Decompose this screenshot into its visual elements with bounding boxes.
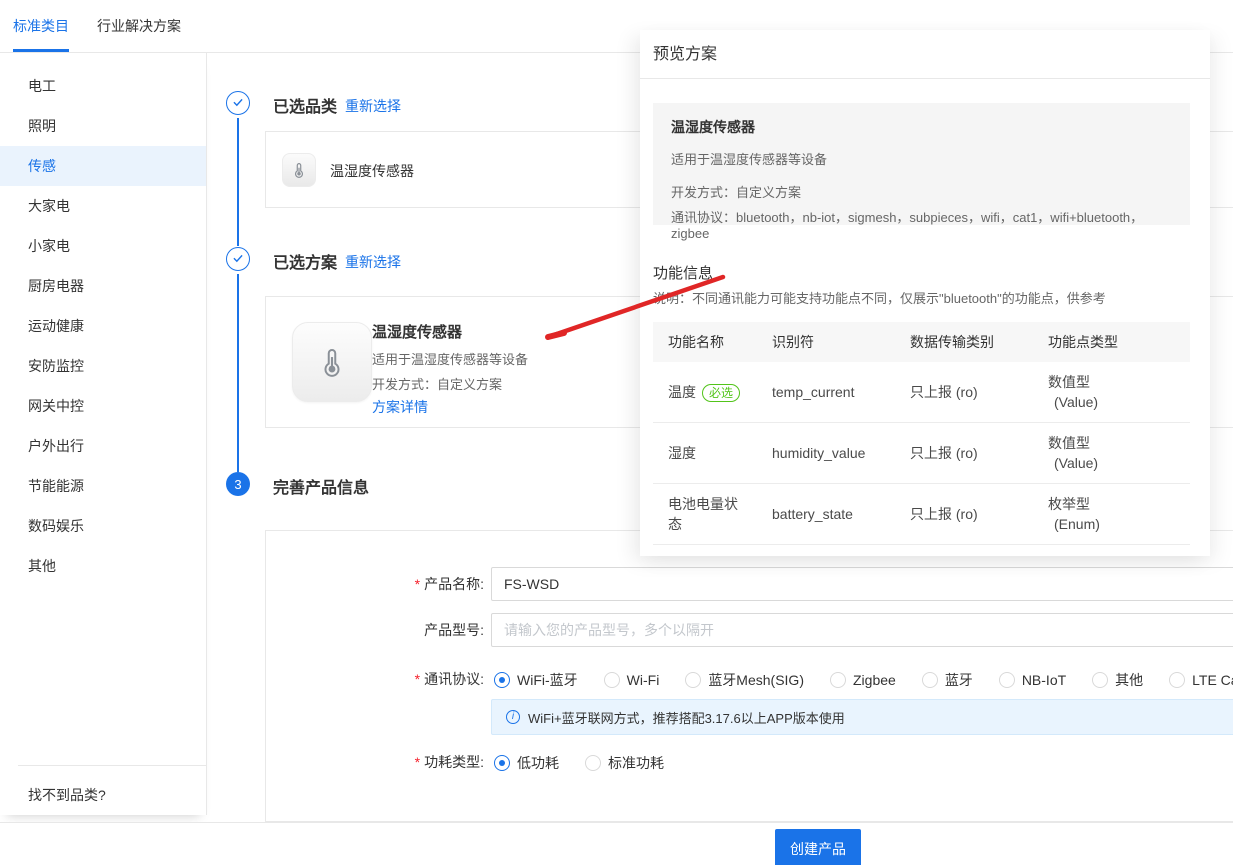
sidebar-item-other[interactable]: 其他 xyxy=(0,546,206,586)
step1-reselect-link[interactable]: 重新选择 xyxy=(345,96,401,116)
radio-dot xyxy=(604,672,620,688)
tab-industry-solution[interactable]: 行业解决方案 xyxy=(97,0,181,52)
solution-desc: 适用于温湿度传感器等设备 xyxy=(372,349,528,368)
preview-summary-box: 温湿度传感器 适用于温湿度传感器等设备 开发方式：自定义方案 通讯协议：blue… xyxy=(653,103,1190,225)
col-transfer-type: 数据传输类别 xyxy=(910,332,1048,352)
function-table-header: 功能名称 识别符 数据传输类别 功能点类型 xyxy=(653,322,1190,362)
step1-done-circle xyxy=(226,91,250,115)
product-name-input[interactable] xyxy=(491,567,1233,601)
radio-nbiot[interactable]: NB-IoT xyxy=(999,672,1066,688)
table-row: 温度必选 temp_current 只上报 (ro) 数值型(Value) xyxy=(653,362,1190,423)
power-type-radio-group: 低功耗 标准功耗 xyxy=(494,753,664,773)
protocol-tip-text: WiFi+蓝牙联网方式，推荐搭配3.17.6以上APP版本使用 xyxy=(528,708,845,727)
thermometer-icon xyxy=(282,153,316,187)
preview-divider xyxy=(640,78,1210,79)
sidebar-item-small-appliance[interactable]: 小家电 xyxy=(0,226,206,266)
col-identifier: 识别符 xyxy=(772,332,910,352)
radio-dot xyxy=(585,755,601,771)
info-icon: i xyxy=(506,710,520,724)
sidebar-item-outdoor[interactable]: 户外出行 xyxy=(0,426,206,466)
radio-dot xyxy=(685,672,701,688)
table-row: 电池电量状态 battery_state 只上报 (ro) 枚举型(Enum) xyxy=(653,484,1190,545)
radio-standard-power[interactable]: 标准功耗 xyxy=(585,753,664,773)
radio-wifi-ble[interactable]: WiFi-蓝牙 xyxy=(494,670,578,690)
step3-number: 3 xyxy=(234,477,241,492)
preview-solution-name: 温湿度传感器 xyxy=(671,117,1172,137)
solution-detail-link[interactable]: 方案详情 xyxy=(372,397,428,417)
cant-find-category-link[interactable]: 找不到品类? xyxy=(28,775,106,815)
col-function-name: 功能名称 xyxy=(668,332,772,352)
product-model-input[interactable] xyxy=(491,613,1233,647)
product-name-label: *产品名称: xyxy=(271,567,484,601)
thermometer-icon xyxy=(292,322,372,402)
step-connector xyxy=(237,274,239,472)
solution-dev-mode: 开发方式：自定义方案 xyxy=(372,374,502,393)
sidebar-item-sport-health[interactable]: 运动健康 xyxy=(0,306,206,346)
function-info-note: 说明：不同通讯能力可能支持功能点不同，仅展示"bluetooth"的功能点，供参… xyxy=(653,288,1106,307)
sidebar-item-gateway[interactable]: 网关中控 xyxy=(0,386,206,426)
sidebar-item-security[interactable]: 安防监控 xyxy=(0,346,206,386)
required-mark: * xyxy=(415,754,420,770)
radio-ble-mesh-sig[interactable]: 蓝牙Mesh(SIG) xyxy=(685,670,804,690)
preview-title: 预览方案 xyxy=(653,40,717,64)
sidebar-item-kitchen[interactable]: 厨房电器 xyxy=(0,266,206,306)
protocol-label: *通讯协议: xyxy=(271,662,484,696)
radio-dot xyxy=(1092,672,1108,688)
radio-dot xyxy=(1169,672,1185,688)
radio-dot xyxy=(999,672,1015,688)
step3-circle: 3 xyxy=(226,472,250,496)
tab-standard-category[interactable]: 标准类目 xyxy=(13,0,69,52)
radio-other[interactable]: 其他 xyxy=(1092,670,1143,690)
function-table: 功能名称 识别符 数据传输类别 功能点类型 温度必选 temp_current … xyxy=(653,322,1190,545)
required-mark: * xyxy=(415,671,420,687)
step3-title: 完善产品信息 xyxy=(273,474,369,498)
solution-name: 温湿度传感器 xyxy=(372,321,462,342)
radio-wifi[interactable]: Wi-Fi xyxy=(604,672,660,688)
radio-dot xyxy=(494,672,510,688)
product-model-label: 产品型号: xyxy=(271,613,484,647)
power-type-label: *功耗类型: xyxy=(271,745,484,779)
solution-preview-panel: 预览方案 温湿度传感器 适用于温湿度传感器等设备 开发方式：自定义方案 通讯协议… xyxy=(640,30,1210,556)
radio-dot xyxy=(830,672,846,688)
radio-low-power[interactable]: 低功耗 xyxy=(494,753,559,773)
radio-ble[interactable]: 蓝牙 xyxy=(922,670,973,690)
sidebar-item-lighting[interactable]: 照明 xyxy=(0,106,206,146)
sidebar-item-sensor[interactable]: 传感 xyxy=(0,146,206,186)
radio-lte-cat1[interactable]: LTE Cat.1 xyxy=(1169,672,1233,688)
sidebar-item-digital-entertainment[interactable]: 数码娱乐 xyxy=(0,506,206,546)
step2-done-circle xyxy=(226,247,250,271)
footer-bar: 创建产品 xyxy=(0,822,1233,865)
step2-title: 已选方案 xyxy=(273,249,337,273)
radio-dot xyxy=(494,755,510,771)
sidebar-item-energy[interactable]: 节能能源 xyxy=(0,466,206,506)
selected-category-name: 温湿度传感器 xyxy=(330,161,414,181)
preview-protocols: 通讯协议：bluetooth，nb-iot，sigmesh，subpieces，… xyxy=(671,207,1172,241)
required-badge: 必选 xyxy=(702,384,740,402)
product-create-page: 标准类目 行业解决方案 电工 照明 传感 大家电 小家电 厨房电器 运动健康 安… xyxy=(0,0,1233,865)
category-sidebar: 电工 照明 传感 大家电 小家电 厨房电器 运动健康 安防监控 网关中控 户外出… xyxy=(0,53,207,815)
preview-dev-mode: 开发方式：自定义方案 xyxy=(671,182,1172,201)
step-connector xyxy=(237,118,239,246)
check-icon xyxy=(231,251,245,268)
radio-zigbee[interactable]: Zigbee xyxy=(830,672,896,688)
required-mark: * xyxy=(415,576,420,592)
step2-reselect-link[interactable]: 重新选择 xyxy=(345,252,401,272)
sidebar-item-large-appliance[interactable]: 大家电 xyxy=(0,186,206,226)
sidebar-divider xyxy=(18,765,206,766)
function-info-title: 功能信息 xyxy=(653,262,713,283)
preview-solution-desc: 适用于温湿度传感器等设备 xyxy=(671,149,1172,168)
table-row: 湿度 humidity_value 只上报 (ro) 数值型(Value) xyxy=(653,423,1190,484)
sidebar-item-electrical[interactable]: 电工 xyxy=(0,66,206,106)
radio-dot xyxy=(922,672,938,688)
step1-title: 已选品类 xyxy=(273,93,337,117)
protocol-tip-box: i WiFi+蓝牙联网方式，推荐搭配3.17.6以上APP版本使用 xyxy=(491,699,1233,735)
col-dp-type: 功能点类型 xyxy=(1048,332,1190,352)
check-icon xyxy=(231,95,245,112)
product-info-form: *产品名称: 产品型号: *通讯协议: WiFi-蓝牙 Wi-Fi 蓝牙Mesh… xyxy=(265,530,1233,822)
protocol-radio-group: WiFi-蓝牙 Wi-Fi 蓝牙Mesh(SIG) Zigbee 蓝牙 NB-I… xyxy=(494,670,1233,690)
create-product-button[interactable]: 创建产品 xyxy=(775,829,861,865)
